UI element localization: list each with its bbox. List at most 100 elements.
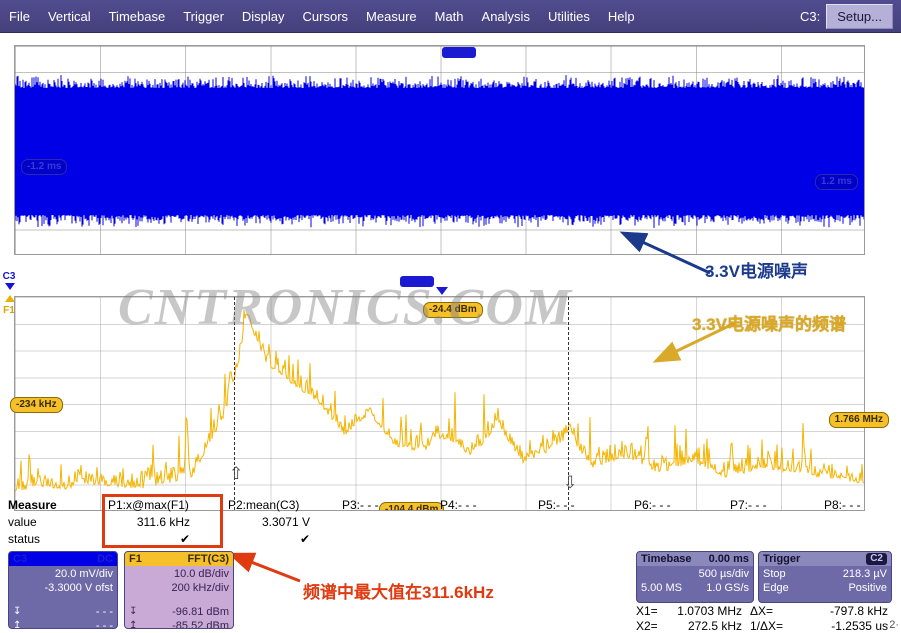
cursor-x1-label: X1= <box>636 604 664 619</box>
menu-item-measure[interactable]: Measure <box>357 5 426 28</box>
menu-item-trigger[interactable]: Trigger <box>174 5 233 28</box>
channel-marker-c3-label: C3 <box>2 271 16 282</box>
c3-volts-div: 20.0 mV/div <box>55 567 113 581</box>
annotation-noise-spectrum: 3.3V电源噪声的频谱 <box>692 310 846 335</box>
channel-grid[interactable]: 0 -1.2 ms 1.2 ms <box>14 45 865 255</box>
timebase-title: Timebase <box>641 553 692 565</box>
menu-bar: File Vertical Timebase Trigger Display C… <box>0 0 901 33</box>
timebase-body: 500 µs/div 5.00 MS 1.0 GS/s <box>637 566 753 596</box>
measure-title: Measure <box>8 497 57 514</box>
f1-header: F1 FFT(C3) <box>125 552 233 566</box>
c3-body: 20.0 mV/div -3.3000 V ofst ↧ - - - ↥ - -… <box>9 566 117 629</box>
f1-freq-div-row: 200 kHz/div <box>129 581 229 595</box>
measure-column-p2[interactable]: P2:mean(C3) 3.3071 V ✔ <box>228 497 332 548</box>
timebase-sample-rate: 1.0 GS/s <box>706 581 749 595</box>
f1-db-div-row: 10.0 dB/div <box>129 567 229 581</box>
annotation-peak-note: 频谱中最大值在311.6kHz <box>303 578 494 603</box>
scope-display: 0 -1.2 ms 1.2 ms C3 F1 <box>0 33 901 493</box>
measure-p8-name: P8:- - - <box>824 497 901 514</box>
setup-button[interactable]: Setup... <box>826 4 893 29</box>
c3-up-arrow-icon: ↥ <box>13 619 21 629</box>
f1-spacer <box>129 595 229 605</box>
menu-item-help[interactable]: Help <box>599 5 644 28</box>
measure-p3-name: P3:- - - <box>342 497 446 514</box>
measure-p5-name: P5:- - - <box>538 497 642 514</box>
cursor-invdx-value: -1.2535 us <box>798 619 888 633</box>
fft-right-cursor-label: 1.766 MHz <box>829 412 889 428</box>
c3-header: C3 DC <box>9 552 117 566</box>
f1-name: F1 <box>129 553 142 565</box>
fft-cursor-x2-handle-icon[interactable]: ⇧ <box>229 464 243 484</box>
c3-coupling: DC <box>97 553 113 565</box>
channel-trace-svg: 0 <box>15 74 865 229</box>
measure-p4-name: P4:- - - <box>440 497 544 514</box>
trigger-state: Stop <box>763 567 786 581</box>
menu-item-file[interactable]: File <box>0 5 39 28</box>
menu-item-timebase[interactable]: Timebase <box>100 5 175 28</box>
channel-left-cursor-label: -1.2 ms <box>21 159 67 175</box>
trigger-slope: Positive <box>848 581 887 595</box>
c3-offset: -3.3000 V ofst <box>45 581 114 595</box>
measure-p7-name: P7:- - - <box>730 497 834 514</box>
c3-lower-value: - - - <box>96 605 113 619</box>
channel-trace-c3: 0 <box>15 74 864 229</box>
trace-descriptor-f1[interactable]: F1 FFT(C3) 10.0 dB/div 200 kHz/div ↧ -96… <box>124 551 234 629</box>
cursor-readout-row-1: X1= 1.0703 MHz ΔX= -797.8 kHz <box>636 604 901 619</box>
channel-right-cursor-label: 1.2 ms <box>815 174 858 190</box>
channel-descriptor-c3[interactable]: C3 DC 20.0 mV/div -3.3000 V ofst ↧ - - -… <box>8 551 118 629</box>
measure-column-p5[interactable]: P5:- - - <box>538 497 642 514</box>
f1-lower-value: -96.81 dBm <box>172 605 229 619</box>
measure-p6-name: P6:- - - <box>634 497 738 514</box>
measure-column-p7[interactable]: P7:- - - <box>730 497 834 514</box>
measure-p2-value: 3.3071 V <box>228 514 332 531</box>
f1-down-arrow-icon: ↧ <box>129 605 137 619</box>
f1-body: 10.0 dB/div 200 kHz/div ↧ -96.81 dBm ↥ -… <box>125 566 233 629</box>
timebase-memory: 5.00 MS <box>641 581 682 595</box>
measure-status-label: status <box>8 531 57 548</box>
f1-lower-row: ↧ -96.81 dBm <box>129 605 229 619</box>
f1-upper-row: ↥ -85.52 dBm <box>129 619 229 629</box>
c3-offset-row: -3.3000 V ofst <box>13 581 113 595</box>
cursor-invdx-label: 1/ΔX= <box>750 619 798 633</box>
c3-down-arrow-icon: ↧ <box>13 605 21 619</box>
cursor-readout: X1= 1.0703 MHz ΔX= -797.8 kHz X2= 272.5 … <box>636 604 901 633</box>
menu-item-utilities[interactable]: Utilities <box>539 5 599 28</box>
trigger-state-row: Stop 218.3 µV <box>763 567 887 581</box>
fft-cursor-x1-handle-icon[interactable]: ⇩ <box>563 473 577 493</box>
measure-table: Measure value status P1:x@max(F1) 311.6 … <box>0 497 901 549</box>
measure-row-labels: Measure value status <box>8 497 57 548</box>
timebase-memory-row: 5.00 MS 1.0 GS/s <box>641 581 749 595</box>
menu-item-analysis[interactable]: Analysis <box>473 5 539 28</box>
timebase-timediv-row: 500 µs/div <box>641 567 749 581</box>
trigger-title: Trigger <box>763 553 800 565</box>
menu-item-math[interactable]: Math <box>426 5 473 28</box>
c3-lower-row: ↧ - - - <box>13 605 113 619</box>
trigger-position-marker-icon[interactable] <box>436 287 448 295</box>
f1-upper-value: -85.52 dBm <box>172 619 229 629</box>
channel-bottom-position-handle[interactable] <box>400 276 434 287</box>
menu-item-cursors[interactable]: Cursors <box>294 5 358 28</box>
trigger-source-badge: C2 <box>866 553 887 565</box>
cursor-dx-value: -797.8 kHz <box>798 604 888 619</box>
oscilloscope-screen: File Vertical Timebase Trigger Display C… <box>0 0 901 633</box>
trigger-descriptor[interactable]: Trigger C2 Stop 218.3 µV Edge Positive <box>758 551 892 603</box>
measure-column-p6[interactable]: P6:- - - <box>634 497 738 514</box>
measure-p2-status: ✔ <box>228 531 332 548</box>
cursor-x1-value: 1.0703 MHz <box>664 604 750 619</box>
menu-item-vertical[interactable]: Vertical <box>39 5 100 28</box>
measure-column-p8[interactable]: P8:- - - <box>824 497 901 514</box>
corner-glyph: ·2· <box>886 619 899 631</box>
fft-left-cursor-label: -234 kHz <box>10 397 63 413</box>
timebase-descriptor[interactable]: Timebase 0.00 ms 500 µs/div 5.00 MS 1.0 … <box>636 551 754 603</box>
timebase-header: Timebase 0.00 ms <box>637 552 753 566</box>
measure-column-p3[interactable]: P3:- - - <box>342 497 446 514</box>
trigger-type: Edge <box>763 581 789 595</box>
channel-offset-marker-icon[interactable] <box>5 283 15 290</box>
menu-item-display[interactable]: Display <box>233 5 294 28</box>
cursor-readout-row-2: X2= 272.5 kHz 1/ΔX= -1.2535 us <box>636 619 901 633</box>
f1-freq-div: 200 kHz/div <box>172 581 229 595</box>
f1-function: FFT(C3) <box>187 553 229 565</box>
measure-column-p4[interactable]: P4:- - - <box>440 497 544 514</box>
channel-top-position-handle[interactable] <box>442 47 476 58</box>
f1-db-div: 10.0 dB/div <box>174 567 229 581</box>
